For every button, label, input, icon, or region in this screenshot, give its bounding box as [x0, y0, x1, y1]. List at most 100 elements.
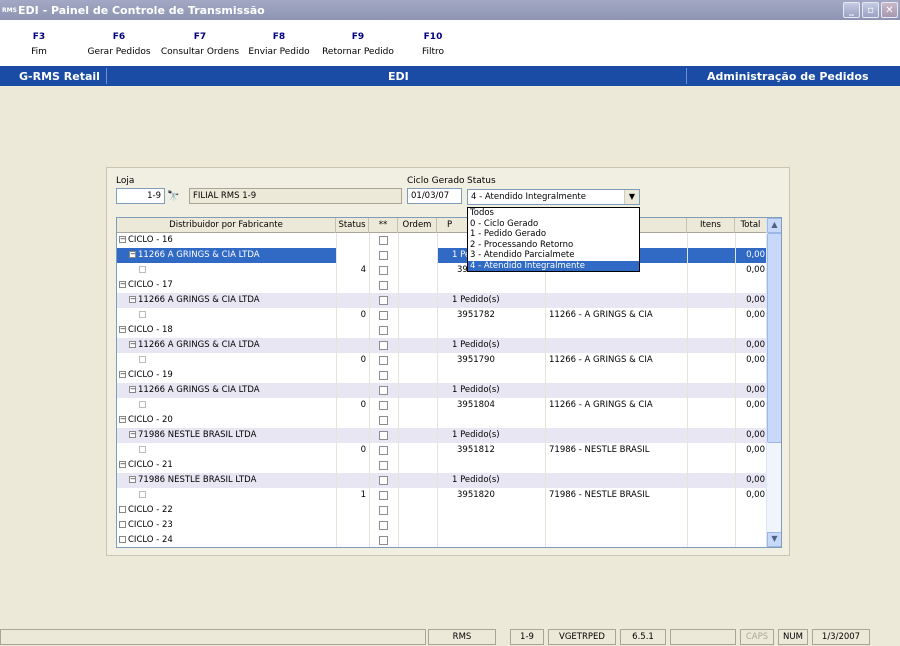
- tree-expander-icon[interactable]: −: [119, 281, 126, 288]
- status-option-selected[interactable]: 4 - Atendido Integralmente: [468, 260, 639, 271]
- row-distribuidor[interactable]: [117, 443, 336, 458]
- tree-expander-icon[interactable]: −: [119, 326, 126, 333]
- tree-collapsed-icon[interactable]: [119, 506, 126, 513]
- row-distribuidor[interactable]: CICLO - 24: [117, 533, 336, 547]
- row-distribuidor[interactable]: [117, 263, 336, 278]
- table-row[interactable]: − CICLO - 21: [117, 458, 767, 473]
- row-checkbox[interactable]: [379, 506, 388, 515]
- row-distribuidor[interactable]: − CICLO - 21: [117, 458, 336, 473]
- tree-expander-icon[interactable]: −: [119, 461, 126, 468]
- row-distribuidor[interactable]: −11266 A GRINGS & CIA LTDA: [117, 293, 336, 308]
- binoculars-icon[interactable]: 🔭: [167, 191, 183, 203]
- table-row[interactable]: 0 3951782 11266 - A GRINGS & CIA 0,00: [117, 308, 767, 323]
- tree-expander-icon[interactable]: −: [129, 431, 136, 438]
- scroll-up-icon[interactable]: ▲: [767, 218, 781, 233]
- col-itens[interactable]: Itens: [687, 218, 735, 233]
- fkey-consultar-ordens[interactable]: F7 Consultar Ordens: [160, 20, 240, 66]
- table-row[interactable]: 0 3951790 11266 - A GRINGS & CIA 0,00: [117, 353, 767, 368]
- table-row[interactable]: −11266 A GRINGS & CIA LTDA 1 Pe 0,00: [117, 248, 767, 263]
- row-checkbox[interactable]: [379, 266, 388, 275]
- table-row[interactable]: − CICLO - 19: [117, 368, 767, 383]
- row-checkbox[interactable]: [379, 476, 388, 485]
- ciclo-input[interactable]: 01/03/07: [407, 188, 462, 204]
- row-distribuidor[interactable]: −11266 A GRINGS & CIA LTDA: [117, 338, 336, 353]
- status-select[interactable]: 4 - Atendido Integralmente ▼: [467, 189, 640, 205]
- tree-expander-icon[interactable]: −: [129, 251, 136, 258]
- tree-leaf-icon[interactable]: [139, 446, 146, 453]
- table-row[interactable]: −11266 A GRINGS & CIA LTDA 1 Pedido(s) 0,0…: [117, 293, 767, 308]
- status-option[interactable]: Todos: [468, 208, 639, 219]
- row-checkbox[interactable]: [379, 251, 388, 260]
- tree-collapsed-icon[interactable]: [119, 536, 126, 543]
- col-distribuidor[interactable]: Distribuidor por Fabricante: [117, 218, 336, 233]
- row-checkbox[interactable]: [379, 521, 388, 530]
- row-checkbox[interactable]: [379, 386, 388, 395]
- close-button[interactable]: ✕: [881, 2, 898, 18]
- tree-expander-icon[interactable]: −: [119, 416, 126, 423]
- table-row[interactable]: 0 3951812 71986 - NESTLE BRASIL 0,00: [117, 443, 767, 458]
- row-checkbox[interactable]: [379, 401, 388, 410]
- fkey-filtro[interactable]: F10 Filtro: [398, 20, 468, 66]
- row-checkbox[interactable]: [379, 416, 388, 425]
- table-row[interactable]: CICLO - 24: [117, 533, 767, 547]
- tree-expander-icon[interactable]: −: [119, 236, 126, 243]
- table-row[interactable]: −71986 NESTLE BRASIL LTDA 1 Pedido(s) 0,00: [117, 428, 767, 443]
- status-option[interactable]: 3 - Atendido Parcialmete: [468, 250, 639, 261]
- row-distribuidor[interactable]: [117, 488, 336, 503]
- minimize-button[interactable]: _: [843, 2, 860, 18]
- row-checkbox[interactable]: [379, 296, 388, 305]
- col-star[interactable]: **: [369, 218, 398, 233]
- row-checkbox[interactable]: [379, 536, 388, 545]
- row-distribuidor[interactable]: −71986 NESTLE BRASIL LTDA: [117, 428, 336, 443]
- row-distribuidor[interactable]: − CICLO - 18: [117, 323, 336, 338]
- table-row[interactable]: 0 3951804 11266 - A GRINGS & CIA 0,00: [117, 398, 767, 413]
- tree-expander-icon[interactable]: −: [119, 371, 126, 378]
- fkey-fim[interactable]: F3 Fim: [0, 20, 78, 66]
- row-checkbox[interactable]: [379, 326, 388, 335]
- tree-expander-icon[interactable]: −: [129, 341, 136, 348]
- row-distribuidor[interactable]: −71986 NESTLE BRASIL LTDA: [117, 473, 336, 488]
- table-row[interactable]: −71986 NESTLE BRASIL LTDA 1 Pedido(s) 0,00: [117, 473, 767, 488]
- row-distribuidor[interactable]: [117, 398, 336, 413]
- fkey-gerar-pedidos[interactable]: F6 Gerar Pedidos: [78, 20, 160, 66]
- loja-input[interactable]: 1-9: [116, 188, 165, 204]
- table-row[interactable]: 1 3951820 71986 - NESTLE BRASIL 0,00: [117, 488, 767, 503]
- tree-leaf-icon[interactable]: [139, 266, 146, 273]
- fkey-retornar-pedido[interactable]: F9 Retornar Pedido: [318, 20, 398, 66]
- row-distribuidor[interactable]: CICLO - 23: [117, 518, 336, 533]
- table-row[interactable]: −11266 A GRINGS & CIA LTDA 1 Pedido(s) 0,0…: [117, 338, 767, 353]
- row-distribuidor[interactable]: − CICLO - 17: [117, 278, 336, 293]
- row-checkbox[interactable]: [379, 311, 388, 320]
- scroll-down-icon[interactable]: ▼: [767, 532, 781, 547]
- row-checkbox[interactable]: [379, 446, 388, 455]
- tree-expander-icon[interactable]: −: [129, 296, 136, 303]
- row-distribuidor[interactable]: − CICLO - 20: [117, 413, 336, 428]
- row-checkbox[interactable]: [379, 431, 388, 440]
- row-checkbox[interactable]: [379, 281, 388, 290]
- status-option[interactable]: 2 - Processando Retorno: [468, 240, 639, 251]
- row-checkbox[interactable]: [379, 371, 388, 380]
- row-distribuidor[interactable]: −11266 A GRINGS & CIA LTDA: [117, 248, 336, 263]
- col-status[interactable]: Status: [336, 218, 369, 233]
- col-ordem[interactable]: Ordem: [398, 218, 437, 233]
- table-row[interactable]: −11266 A GRINGS & CIA LTDA 1 Pedido(s) 0,0…: [117, 383, 767, 398]
- row-checkbox[interactable]: [379, 461, 388, 470]
- maximize-button[interactable]: ▫: [862, 2, 879, 18]
- col-total[interactable]: Total: [735, 218, 767, 233]
- row-distribuidor[interactable]: −11266 A GRINGS & CIA LTDA: [117, 383, 336, 398]
- row-checkbox[interactable]: [379, 356, 388, 365]
- row-checkbox[interactable]: [379, 491, 388, 500]
- tree-leaf-icon[interactable]: [139, 311, 146, 318]
- row-checkbox[interactable]: [379, 236, 388, 245]
- row-distribuidor[interactable]: CICLO - 22: [117, 503, 336, 518]
- tree-collapsed-icon[interactable]: [119, 521, 126, 528]
- table-row[interactable]: CICLO - 23: [117, 518, 767, 533]
- status-option[interactable]: 1 - Pedido Gerado: [468, 229, 639, 240]
- tree-expander-icon[interactable]: −: [129, 386, 136, 393]
- tree-leaf-icon[interactable]: [139, 356, 146, 363]
- table-row[interactable]: CICLO - 22: [117, 503, 767, 518]
- tree-leaf-icon[interactable]: [139, 491, 146, 498]
- vertical-scrollbar[interactable]: ▲ ▼: [766, 218, 781, 547]
- status-option[interactable]: 0 - Ciclo Gerado: [468, 219, 639, 230]
- table-row[interactable]: − CICLO - 18: [117, 323, 767, 338]
